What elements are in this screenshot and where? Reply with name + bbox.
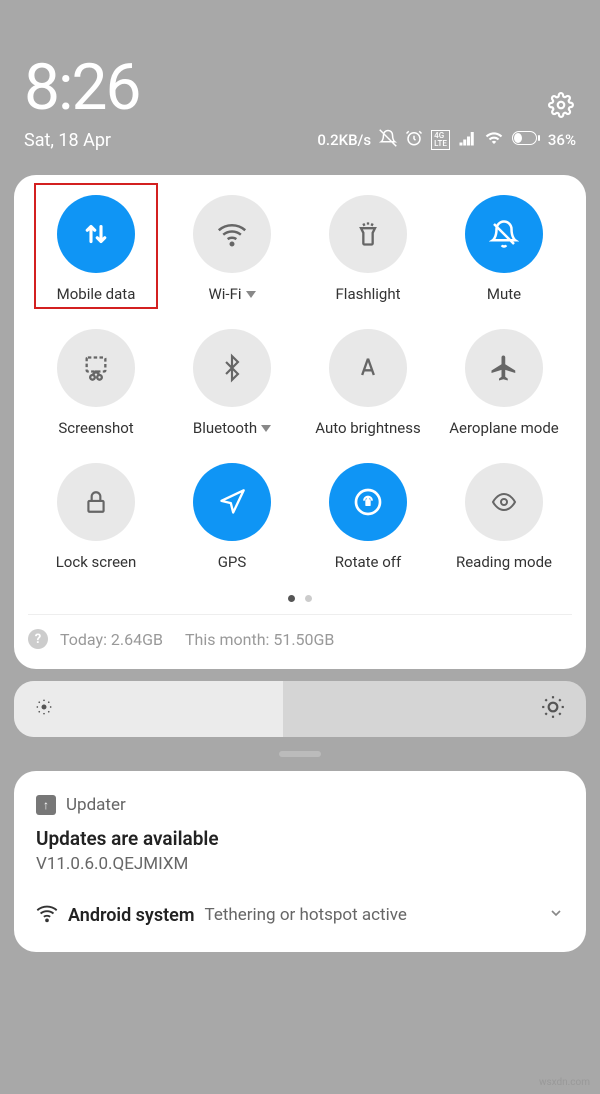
reading-mode-icon: [465, 463, 543, 541]
hotspot-icon: [36, 902, 58, 928]
watermark: wsxdn.com: [539, 1077, 590, 1088]
usage-month: This month: 51.50GB: [185, 630, 334, 649]
bluetooth-icon: [193, 329, 271, 407]
highlight-box: [34, 183, 158, 309]
tile-aeroplane[interactable]: Aeroplane mode: [436, 329, 572, 437]
flashlight-icon: [329, 195, 407, 273]
tile-label: Bluetooth: [193, 419, 271, 437]
notification-row-2[interactable]: Android system Tethering or hotspot acti…: [36, 902, 564, 928]
tile-label: Rotate off: [335, 553, 401, 571]
screenshot-icon: [57, 329, 135, 407]
lock-icon: [57, 463, 135, 541]
dot: [305, 595, 312, 602]
tile-label: Lock screen: [56, 553, 137, 571]
quick-settings-panel: Mobile data Wi-Fi Flashlight Mute Screen…: [14, 175, 586, 669]
notification-app-name-2: Android system: [68, 905, 195, 926]
mute-icon: [465, 195, 543, 273]
notification-title: Updates are available: [36, 827, 564, 850]
status-icons: 0.2KB/s 4GLTE 36%: [317, 129, 576, 151]
tile-mute[interactable]: Mute: [436, 195, 572, 303]
network-speed-label: 0.2KB/s: [317, 131, 371, 149]
tile-flashlight[interactable]: Flashlight: [300, 195, 436, 303]
chevron-down-icon: [261, 425, 271, 432]
tile-reading[interactable]: Reading mode: [436, 463, 572, 571]
brightness-slider[interactable]: [14, 681, 586, 737]
dnd-icon: [379, 129, 397, 151]
auto-brightness-icon: [329, 329, 407, 407]
notification-card[interactable]: ↑ Updater Updates are available V11.0.6.…: [14, 771, 586, 952]
alarm-icon: [405, 129, 423, 151]
volte-icon: 4GLTE: [431, 130, 450, 150]
tile-gps[interactable]: GPS: [164, 463, 300, 571]
tile-label: Mute: [487, 285, 521, 303]
usage-today: Today: 2.64GB: [60, 630, 163, 649]
tile-label: Screenshot: [58, 419, 133, 437]
dot: [288, 595, 295, 602]
brightness-high-icon: [540, 694, 566, 724]
tile-label: Flashlight: [336, 285, 401, 303]
tile-bluetooth[interactable]: Bluetooth: [164, 329, 300, 437]
tile-label: Wi-Fi: [208, 285, 255, 303]
tile-mobile-data[interactable]: Mobile data: [28, 195, 164, 303]
battery-percent: 36%: [548, 131, 576, 149]
tile-label: GPS: [218, 553, 247, 571]
rotate-icon: [329, 463, 407, 541]
chevron-down-icon: [246, 291, 256, 298]
wifi-icon: [193, 195, 271, 273]
battery-icon: [512, 131, 540, 149]
status-bar: 8:26 Sat, 18 Apr 0.2KB/s 4GLTE: [0, 0, 600, 167]
brightness-low-icon: [34, 697, 54, 721]
notification-header: ↑ Updater: [36, 795, 564, 815]
signal-icon: [458, 129, 476, 151]
tile-rotate[interactable]: Rotate off: [300, 463, 436, 571]
date-display: Sat, 18 Apr: [24, 130, 111, 151]
page-dots: [28, 595, 572, 602]
info-icon: ?: [28, 629, 48, 649]
notification-text-2: Tethering or hotspot active: [205, 905, 539, 925]
data-usage-row[interactable]: ? Today: 2.64GB This month: 51.50GB: [28, 614, 572, 649]
wifi-signal-icon: [484, 129, 504, 151]
gps-icon: [193, 463, 271, 541]
chevron-down-icon: [548, 905, 564, 925]
notification-app-name: Updater: [66, 795, 126, 815]
time-display: 8:26: [24, 50, 576, 125]
aeroplane-icon: [465, 329, 543, 407]
drag-handle[interactable]: [279, 751, 321, 757]
notification-subtitle: V11.0.6.0.QEJMIXM: [36, 854, 564, 874]
updater-app-icon: ↑: [36, 795, 56, 815]
tile-auto-brightness[interactable]: Auto brightness: [300, 329, 436, 437]
tile-wifi[interactable]: Wi-Fi: [164, 195, 300, 303]
tile-label: Reading mode: [456, 553, 552, 571]
tile-screenshot[interactable]: Screenshot: [28, 329, 164, 437]
tile-label: Auto brightness: [315, 419, 420, 437]
brightness-fill: [14, 681, 283, 737]
tile-label: Aeroplane mode: [449, 419, 559, 437]
tile-lock-screen[interactable]: Lock screen: [28, 463, 164, 571]
settings-icon[interactable]: [548, 92, 574, 122]
